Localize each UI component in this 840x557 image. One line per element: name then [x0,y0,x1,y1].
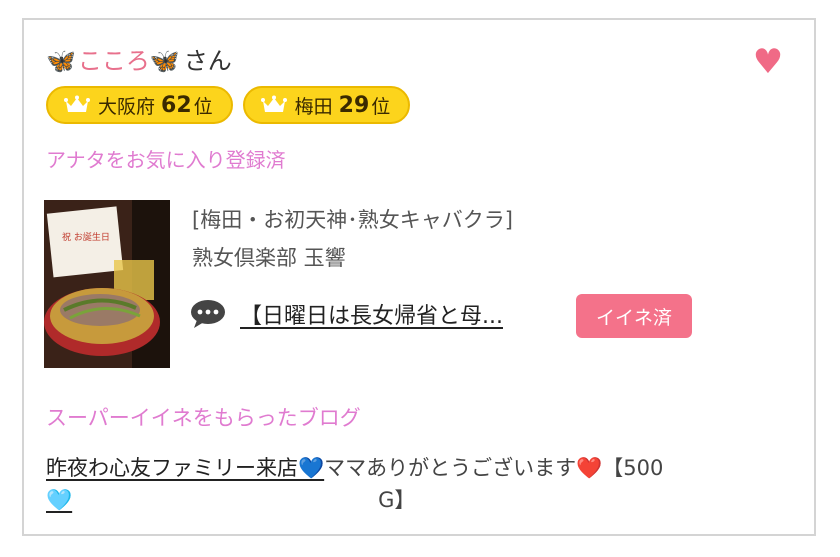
ranking-unit: 位 [371,95,391,118]
ranking-area: 梅田 [294,95,333,118]
svg-text:祝 お誕生日: 祝 お誕生日 [62,231,110,243]
ranking-area: 大阪府 [98,95,156,118]
ranking-number: 62 [161,92,192,118]
ranking-number: 29 [338,92,370,118]
shop-genre[interactable]: [梅田・お初天神･熟女キャバクラ] [192,204,513,234]
crown-icon [260,95,287,112]
ranking-unit: 位 [193,95,213,118]
super-iine-heading: スーパーイイネをもらったブログ [46,406,361,430]
comment-icon [191,300,225,328]
shop-name[interactable]: 熟女倶楽部 玉響 [192,242,346,272]
blog-title-rest: ママありがとうございます❤️【500 [324,456,664,480]
blog-title-link-continued[interactable]: 🩵 [46,488,72,512]
blog-title-link[interactable]: 昨夜わ心友ファミリー来店💙 [46,456,324,480]
favorite-status: アナタをお気に入り登録済 [46,148,286,172]
ranking-badge-area[interactable]: 梅田 29 位 [242,86,411,124]
iine-button[interactable]: イイネ済 [576,294,692,338]
blog-title-rest-continued: G】 [378,488,416,512]
blog-entry: 昨夜わ心友ファミリー来店💙ママありがとうございます❤️【500 🩵 G】 [46,452,790,516]
post-title-link[interactable]: 【日曜日は長女帰省と母... [240,298,503,330]
profile-card: 🦋 こころ 🦋 さん ♥ 大阪府 62 位 梅田 29 位 アナタをお気に入り登… [22,18,816,536]
user-name-row[interactable]: 🦋 こころ 🦋 さん [46,44,232,78]
butterfly-icon: 🦋 [46,47,76,75]
user-name[interactable]: こころ [78,44,150,78]
crown-icon [64,95,90,112]
shop-photo[interactable]: 祝 お誕生日 [44,200,170,368]
post-row: 【日曜日は長女帰省と母... [190,298,503,330]
honorific: さん [183,47,232,75]
ranking-badge-prefecture[interactable]: 大阪府 62 位 [46,86,233,124]
butterfly-icon: 🦋 [149,47,180,75]
ranking-badges: 大阪府 62 位 梅田 29 位 [46,86,411,124]
shop-photo-image: 祝 お誕生日 [44,200,170,368]
heart-icon[interactable]: ♥ [750,42,786,82]
